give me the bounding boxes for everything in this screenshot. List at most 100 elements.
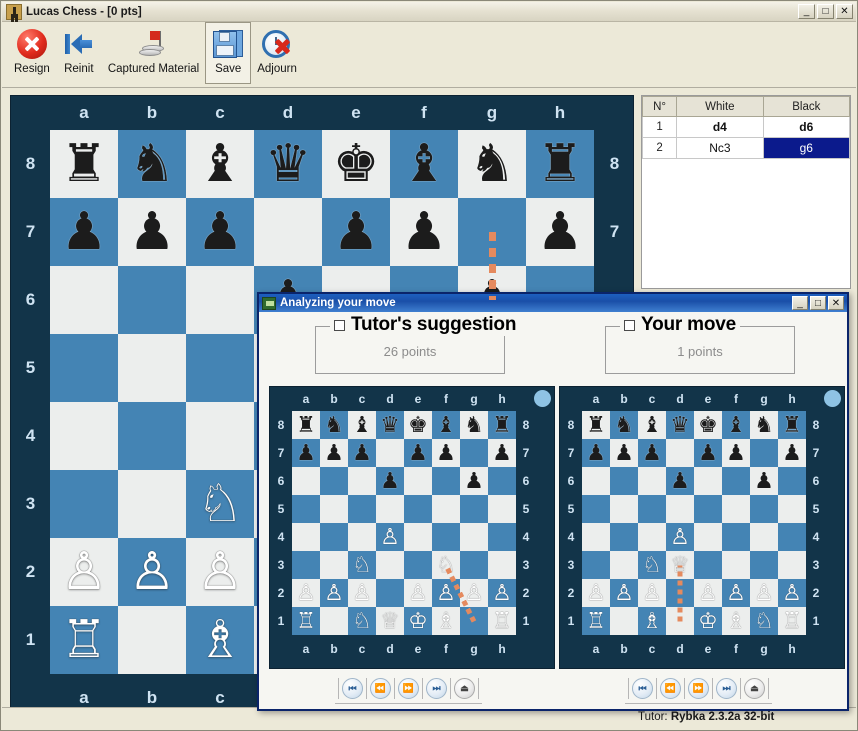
tutor-board-square-c8[interactable]: ♝: [348, 411, 376, 439]
your-board-square-c5[interactable]: [638, 495, 666, 523]
your-nav-step-backward-icon[interactable]: ⏪: [660, 677, 681, 699]
your-board-square-f7[interactable]: ♟: [722, 439, 750, 467]
tutor-board-square-d1[interactable]: ♕: [376, 607, 404, 635]
tutor-board-square-d8[interactable]: ♛: [376, 411, 404, 439]
your-board-square-g8[interactable]: ♞: [750, 411, 778, 439]
your-board-square-c6[interactable]: [638, 467, 666, 495]
tutor-nav-step-backward-icon[interactable]: ⏪: [370, 677, 391, 699]
your-board-square-b7[interactable]: ♟: [610, 439, 638, 467]
main-square-b5[interactable]: [118, 334, 186, 402]
your-board-square-f6[interactable]: [722, 467, 750, 495]
your-board-square-b4[interactable]: [610, 523, 638, 551]
your-board-square-b5[interactable]: [610, 495, 638, 523]
tutor-board-square-b3[interactable]: [320, 551, 348, 579]
your-board-square-g5[interactable]: [750, 495, 778, 523]
tutor-board-square-e1[interactable]: ♔: [404, 607, 432, 635]
your-board-square-g4[interactable]: [750, 523, 778, 551]
tutor-board-square-f8[interactable]: ♝: [432, 411, 460, 439]
tutor-board-square-b6[interactable]: [320, 467, 348, 495]
main-square-c7[interactable]: ♟: [186, 198, 254, 266]
tutor-board-square-c5[interactable]: [348, 495, 376, 523]
your-board-square-h3[interactable]: [778, 551, 806, 579]
your-board-square-f1[interactable]: ♗: [722, 607, 750, 635]
main-square-a1[interactable]: ♖: [50, 606, 118, 674]
tutor-board-square-g3[interactable]: [460, 551, 488, 579]
your-board-square-g3[interactable]: [750, 551, 778, 579]
main-square-b3[interactable]: [118, 470, 186, 538]
white-move[interactable]: Nc3: [676, 137, 764, 159]
your-board-square-e1[interactable]: ♔: [694, 607, 722, 635]
tutor-board-square-c6[interactable]: [348, 467, 376, 495]
main-square-c5[interactable]: [186, 334, 254, 402]
your-board-square-a6[interactable]: [582, 467, 610, 495]
tutor-board-square-h8[interactable]: ♜: [488, 411, 516, 439]
tutor-board-square-h7[interactable]: ♟: [488, 439, 516, 467]
tutor-board-square-e2[interactable]: ♙: [404, 579, 432, 607]
tutor-board-square-h2[interactable]: ♙: [488, 579, 516, 607]
tutor-board-square-c7[interactable]: ♟: [348, 439, 376, 467]
tutor-board-square-d2[interactable]: [376, 579, 404, 607]
toolbar-button-reinit[interactable]: Reinit: [56, 22, 102, 84]
tutor-board-square-a4[interactable]: [292, 523, 320, 551]
toolbar-button-resign[interactable]: Resign: [8, 22, 56, 84]
main-square-e8[interactable]: ♚: [322, 130, 390, 198]
tutor-board-square-d6[interactable]: ♟: [376, 467, 404, 495]
your-nav-eject-icon[interactable]: ⏏: [744, 677, 765, 699]
main-square-a6[interactable]: [50, 266, 118, 334]
tutor-board-square-g8[interactable]: ♞: [460, 411, 488, 439]
tutor-board-square-c2[interactable]: ♙: [348, 579, 376, 607]
tutor-board-square-b8[interactable]: ♞: [320, 411, 348, 439]
tutor-board-square-d3[interactable]: [376, 551, 404, 579]
black-move[interactable]: g6: [762, 137, 851, 159]
your-board-square-a5[interactable]: [582, 495, 610, 523]
main-square-h8[interactable]: ♜: [526, 130, 594, 198]
your-nav-step-forward-icon[interactable]: ⏩: [688, 677, 709, 699]
your-move-board[interactable]: a b c d e f g h 8 ♜ ♞ ♝ ♛ ♚ ♝ ♞ ♜ 8 7 ♟ ♟ ♟ ♟ ♟ ♟ 7 6 ♟ ♟ 6 5 5 4 ♙ 4 3 ♘ ♕ 3 2…: [559, 386, 845, 669]
tutor-board-square-c1[interactable]: ♘: [348, 607, 376, 635]
tutor-board-square-b7[interactable]: ♟: [320, 439, 348, 467]
tutor-suggestion-board[interactable]: a b c d e f g h 8 ♜ ♞ ♝ ♛ ♚ ♝ ♞ ♜ 8 7 ♟ ♟ ♟ ♟ ♟ ♟ 7 6 ♟ ♟ 6 5 5 4 ♙ 4 3 ♘ ♘ 3 2…: [269, 386, 555, 669]
tutor-board-square-a3[interactable]: [292, 551, 320, 579]
main-square-d8[interactable]: ♛: [254, 130, 322, 198]
toolbar-button-adjourn[interactable]: Adjourn: [251, 22, 303, 84]
main-square-c6[interactable]: [186, 266, 254, 334]
tutor-board-square-b4[interactable]: [320, 523, 348, 551]
minimize-button[interactable]: _: [798, 4, 815, 19]
tutor-nav-eject-icon[interactable]: ⏏: [454, 677, 475, 699]
tutor-board-square-e8[interactable]: ♚: [404, 411, 432, 439]
your-board-square-e7[interactable]: ♟: [694, 439, 722, 467]
your-board-square-f8[interactable]: ♝: [722, 411, 750, 439]
move-list-row[interactable]: 1 d4 d6: [641, 116, 851, 138]
your-board-square-h1[interactable]: ♖: [778, 607, 806, 635]
your-board-square-d7[interactable]: [666, 439, 694, 467]
tutor-nav-go-to-end-icon[interactable]: ⏭: [426, 677, 447, 699]
main-square-c3[interactable]: ♘: [186, 470, 254, 538]
main-square-a7[interactable]: ♟: [50, 198, 118, 266]
toolbar-button-captured-material[interactable]: Captured Material: [102, 22, 205, 84]
black-move[interactable]: d6: [762, 116, 851, 138]
tutor-board-square-g5[interactable]: [460, 495, 488, 523]
your-board-square-c7[interactable]: ♟: [638, 439, 666, 467]
your-board-square-h8[interactable]: ♜: [778, 411, 806, 439]
tutor-board-square-d5[interactable]: [376, 495, 404, 523]
your-board-square-f5[interactable]: [722, 495, 750, 523]
main-square-f8[interactable]: ♝: [390, 130, 458, 198]
main-square-b4[interactable]: [118, 402, 186, 470]
tutor-board-square-h4[interactable]: [488, 523, 516, 551]
tutor-board-square-a6[interactable]: [292, 467, 320, 495]
your-board-square-c4[interactable]: [638, 523, 666, 551]
tutor-board-square-e3[interactable]: [404, 551, 432, 579]
main-square-a4[interactable]: [50, 402, 118, 470]
your-board-square-g6[interactable]: ♟: [750, 467, 778, 495]
your-board-square-e2[interactable]: ♙: [694, 579, 722, 607]
main-square-a3[interactable]: [50, 470, 118, 538]
your-board-square-b6[interactable]: [610, 467, 638, 495]
tutor-board-square-e7[interactable]: ♟: [404, 439, 432, 467]
toolbar-button-save[interactable]: Save: [205, 22, 252, 84]
your-board-square-c3[interactable]: ♘: [638, 551, 666, 579]
your-board-square-a3[interactable]: [582, 551, 610, 579]
main-square-a8[interactable]: ♜: [50, 130, 118, 198]
your-nav-go-to-end-icon[interactable]: ⏭: [716, 677, 737, 699]
your-board-square-c8[interactable]: ♝: [638, 411, 666, 439]
your-board-square-a1[interactable]: ♖: [582, 607, 610, 635]
